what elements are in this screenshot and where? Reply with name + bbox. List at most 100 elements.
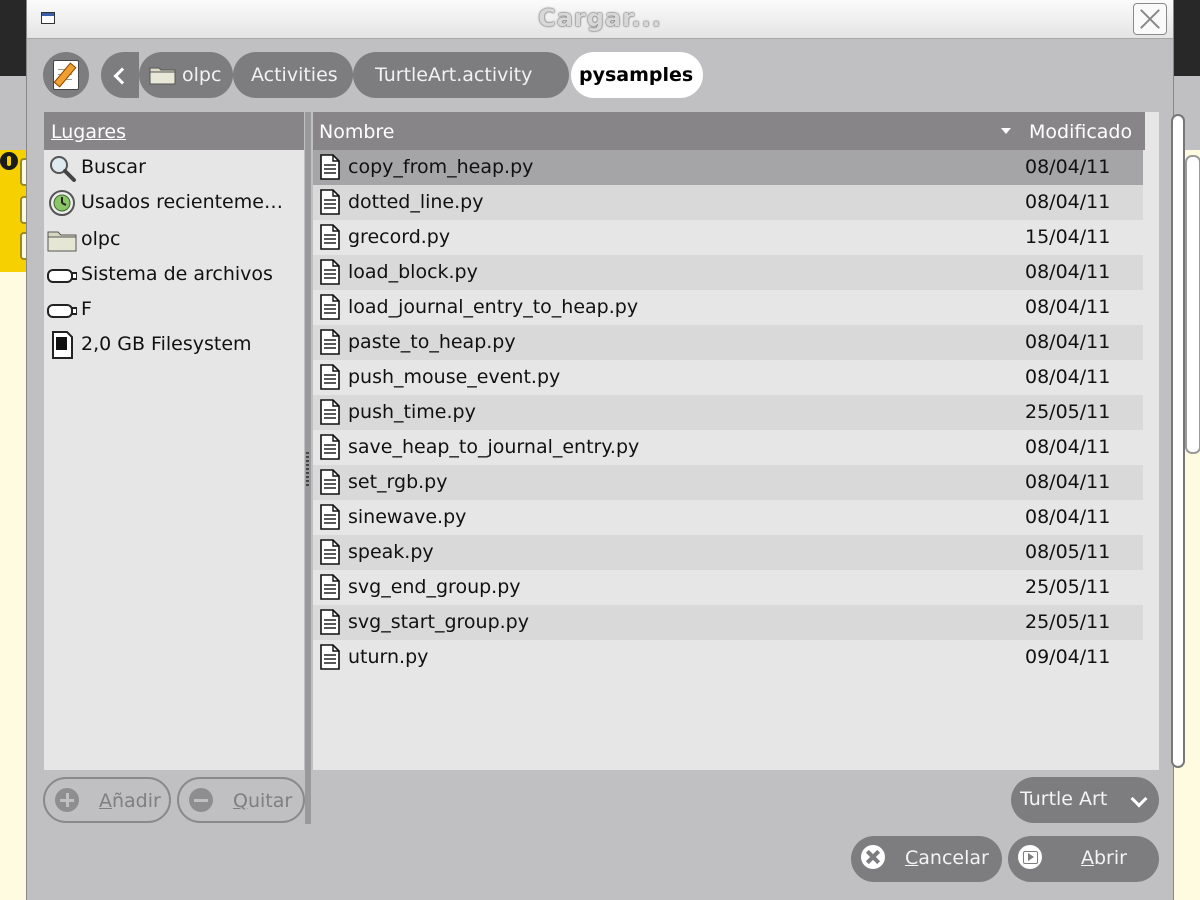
column-modified[interactable]: Modificado <box>1029 112 1132 152</box>
file-row[interactable]: copy_from_heap.py 08/04/11 <box>313 150 1143 185</box>
file-modified-date: 25/05/11 <box>1025 576 1111 598</box>
file-name: sinewave.py <box>348 506 467 528</box>
path-back-button[interactable] <box>101 52 139 98</box>
file-row[interactable]: set_rgb.py 08/04/11 <box>313 465 1143 500</box>
file-name: load_journal_entry_to_heap.py <box>348 296 639 318</box>
place-f[interactable]: F <box>44 292 304 327</box>
document-icon <box>320 609 340 635</box>
file-row[interactable]: load_block.py 08/04/11 <box>313 255 1143 290</box>
file-row[interactable]: load_journal_entry_to_heap.py 08/04/11 <box>313 290 1143 325</box>
file-list-scrollbar[interactable] <box>1171 114 1185 768</box>
file-name: push_mouse_event.py <box>348 366 561 388</box>
file-list-header: Nombre Modificado <box>313 112 1145 150</box>
file-modified-date: 08/04/11 <box>1025 261 1111 283</box>
add-icon <box>55 788 79 812</box>
place-label: olpc <box>81 228 121 250</box>
file-row[interactable]: dotted_line.py 08/04/11 <box>313 185 1143 220</box>
place-label: Sistema de archivos <box>81 263 273 285</box>
document-icon <box>320 399 340 425</box>
remove-icon <box>189 788 213 812</box>
background-palette-knob <box>0 152 18 170</box>
recent-icon <box>49 190 75 216</box>
document-icon <box>320 504 340 530</box>
file-modified-date: 08/04/11 <box>1025 296 1111 318</box>
place-search[interactable]: Buscar <box>44 150 304 185</box>
sd-card-icon <box>52 331 73 359</box>
window-title: Cargar... <box>538 4 662 32</box>
file-name: svg_end_group.py <box>348 576 521 598</box>
file-row[interactable]: svg_end_group.py 25/05/11 <box>313 570 1143 605</box>
file-modified-date: 09/04/11 <box>1025 646 1111 668</box>
file-name: save_heap_to_journal_entry.py <box>348 436 640 458</box>
folder-icon <box>149 67 176 85</box>
cancel-icon <box>861 845 885 869</box>
open-label: Abrir <box>1081 847 1127 869</box>
file-row[interactable]: save_heap_to_journal_entry.py 08/04/11 <box>313 430 1143 465</box>
place-label: F <box>81 298 92 320</box>
document-icon <box>320 434 340 460</box>
places-pane: Lugares Buscar Usados recienteme… olpc S… <box>44 112 304 770</box>
file-modified-date: 25/05/11 <box>1025 611 1111 633</box>
file-modified-date: 08/04/11 <box>1025 366 1111 388</box>
filter-value: Turtle Art <box>1020 788 1108 810</box>
crumb-olpc[interactable]: olpc <box>139 52 233 98</box>
file-name: speak.py <box>348 541 434 563</box>
place-filesystem[interactable]: Sistema de archivos <box>44 257 304 292</box>
place-recent[interactable]: Usados recienteme… <box>44 185 304 220</box>
document-icon <box>320 574 340 600</box>
crumb-label: pysamples <box>579 64 694 86</box>
crumb-pysamples[interactable]: pysamples <box>571 52 703 98</box>
file-row[interactable]: sinewave.py 08/04/11 <box>313 500 1143 535</box>
places-header: Lugares <box>44 112 304 150</box>
file-modified-date: 08/05/11 <box>1025 541 1111 563</box>
file-chooser-dialog: Cargar... olpc Activities TurtleArt.acti… <box>26 0 1185 900</box>
cancel-button[interactable]: Cancelar <box>851 836 1002 882</box>
open-button[interactable]: Abrir <box>1008 836 1159 882</box>
remove-place-button[interactable]: Quitar <box>177 777 305 823</box>
file-row[interactable]: svg_start_group.py 25/05/11 <box>313 605 1143 640</box>
crumb-turtleart-activity[interactable]: TurtleArt.activity <box>353 52 569 98</box>
place-olpc[interactable]: olpc <box>44 222 304 257</box>
file-row[interactable]: grecord.py 15/04/11 <box>313 220 1143 255</box>
chevron-down-icon <box>1130 790 1148 808</box>
document-icon <box>320 644 340 670</box>
file-modified-date: 08/04/11 <box>1025 506 1111 528</box>
crumb-label: olpc <box>182 64 222 86</box>
file-name: svg_start_group.py <box>348 611 529 633</box>
document-icon <box>320 329 340 355</box>
document-icon <box>320 469 340 495</box>
document-icon <box>320 224 340 250</box>
file-name: set_rgb.py <box>348 471 448 493</box>
file-row[interactable]: push_time.py 25/05/11 <box>313 395 1143 430</box>
file-row[interactable]: uturn.py 09/04/11 <box>313 640 1143 675</box>
splitter-grip-icon[interactable] <box>306 452 309 486</box>
remove-place-label: Quitar <box>233 790 293 812</box>
close-button[interactable] <box>1133 3 1167 35</box>
background-scrollbar <box>1185 155 1200 454</box>
place-sd-card[interactable]: 2,0 GB Filesystem <box>44 327 304 362</box>
place-label: Usados recienteme… <box>81 191 283 213</box>
crumb-label: Activities <box>251 64 338 86</box>
add-place-button[interactable]: Añadir <box>43 777 171 823</box>
folder-icon <box>47 231 77 252</box>
file-row[interactable]: paste_to_heap.py 08/04/11 <box>313 325 1143 360</box>
crumb-activities[interactable]: Activities <box>233 52 353 98</box>
type-filename-button[interactable] <box>43 52 89 98</box>
file-row[interactable]: speak.py 08/05/11 <box>313 535 1143 570</box>
cancel-label: Cancelar <box>905 847 989 869</box>
sort-descending-icon[interactable] <box>1001 128 1011 134</box>
column-name[interactable]: Nombre <box>319 112 395 152</box>
file-name: push_time.py <box>348 401 476 423</box>
file-modified-date: 08/04/11 <box>1025 471 1111 493</box>
place-label: Buscar <box>81 156 146 178</box>
document-icon <box>320 539 340 565</box>
file-row[interactable]: push_mouse_event.py 08/04/11 <box>313 360 1143 395</box>
document-icon <box>320 294 340 320</box>
file-modified-date: 08/04/11 <box>1025 156 1111 178</box>
document-icon <box>320 154 340 180</box>
document-icon <box>320 364 340 390</box>
file-type-filter[interactable]: Turtle Art <box>1011 777 1159 823</box>
file-modified-date: 08/04/11 <box>1025 191 1111 213</box>
file-name: dotted_line.py <box>348 191 484 213</box>
file-name: grecord.py <box>348 226 451 248</box>
